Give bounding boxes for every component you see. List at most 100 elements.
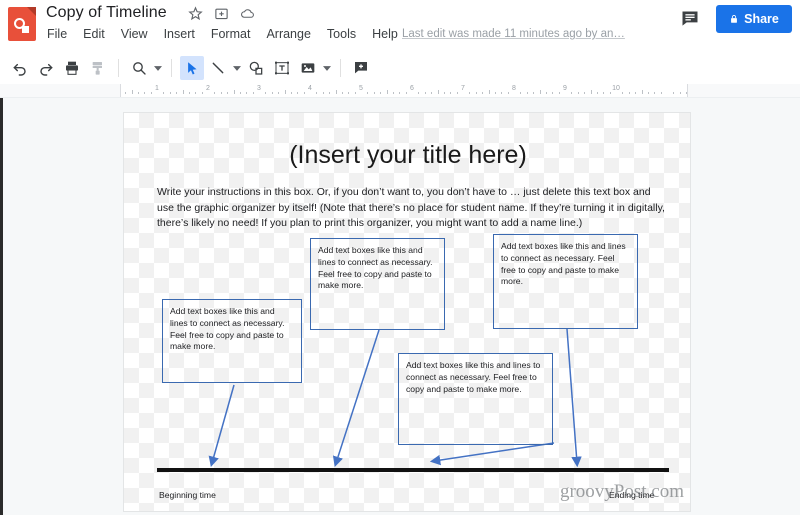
text-box-3[interactable]: Add text boxes like this and lines to co… (493, 234, 638, 329)
ruler-tick (290, 92, 292, 94)
watermark: groovyPost.com (559, 481, 684, 502)
ruler-tick (654, 92, 656, 94)
text-box-1-label: Add text boxes like this and lines to co… (170, 306, 285, 352)
ruler-number: 10 (612, 85, 620, 92)
text-box-button[interactable] (270, 56, 294, 80)
menu-tools[interactable]: Tools (327, 27, 356, 41)
paint-format-button[interactable] (86, 56, 110, 80)
ruler-tick (635, 92, 637, 94)
ruler-tick (125, 92, 127, 94)
ruler-tick (380, 92, 382, 94)
ruler-tick (265, 92, 267, 94)
ruler-tick (469, 92, 471, 94)
redo-button[interactable] (34, 56, 58, 80)
ruler-tick (303, 92, 305, 94)
star-icon[interactable] (188, 6, 203, 21)
ruler-tick (628, 92, 630, 94)
ruler-tick (450, 92, 452, 94)
ruler-tick (437, 90, 439, 94)
ruler-tick (577, 92, 579, 94)
menu-format[interactable]: Format (211, 27, 251, 41)
ruler-tick (137, 92, 139, 94)
ruler-tick (252, 92, 254, 94)
text-box-2-label: Add text boxes like this and lines to co… (318, 245, 433, 291)
ruler-number: 7 (461, 85, 465, 92)
cloud-saved-icon[interactable] (240, 6, 255, 21)
zoom-button[interactable] (127, 56, 151, 80)
ruler-tick (660, 92, 662, 94)
ruler-tick (533, 92, 535, 94)
ruler-tick (571, 92, 573, 94)
text-box-1[interactable]: Add text boxes like this and lines to co… (162, 299, 302, 383)
last-edit-status[interactable]: Last edit was made 11 minutes ago by an… (402, 28, 625, 40)
menu-view[interactable]: View (121, 27, 148, 41)
ruler-tick (233, 90, 235, 94)
ruler-number: 6 (410, 85, 414, 92)
ruler-tick (316, 92, 318, 94)
text-box-3-label: Add text boxes like this and lines to co… (501, 241, 626, 287)
slide-canvas[interactable]: (Insert your title here) Write your inst… (123, 112, 691, 512)
ruler-tick (176, 92, 178, 94)
ruler-tick (195, 92, 197, 94)
logo-glyph-square (22, 26, 29, 33)
menu-insert[interactable]: Insert (164, 27, 195, 41)
ruler-tick (545, 92, 547, 94)
image-chevron-down-icon[interactable] (322, 56, 332, 80)
timeline-start-label[interactable]: Beginning time (159, 490, 216, 500)
text-box-4-label: Add text boxes like this and lines to co… (406, 360, 541, 394)
ruler-tick (386, 90, 388, 94)
move-to-folder-icon[interactable] (214, 6, 229, 21)
ruler-tick (494, 92, 496, 94)
ruler-number: 3 (257, 85, 261, 92)
ruler-tick (399, 92, 401, 94)
ruler-tick (482, 92, 484, 94)
shape-tool-button[interactable] (244, 56, 268, 80)
add-comment-icon[interactable] (349, 56, 373, 80)
ruler-tick (169, 92, 171, 94)
ruler-tick (392, 92, 394, 94)
print-button[interactable] (60, 56, 84, 80)
page-title[interactable]: Copy of Timeline (46, 4, 167, 22)
line-chevron-down-icon[interactable] (232, 56, 242, 80)
image-button[interactable] (296, 56, 320, 80)
menu-edit[interactable]: Edit (83, 27, 105, 41)
share-button[interactable]: Share (716, 5, 792, 33)
horizontal-ruler[interactable]: 1 2 3 4 5 6 7 8 9 10 (120, 84, 688, 97)
menu-file[interactable]: File (47, 27, 67, 41)
ruler-number: 5 (359, 85, 363, 92)
ruler-tick (539, 90, 541, 94)
ruler-tick (507, 92, 509, 94)
slides-file-icon (8, 7, 36, 41)
ruler-tick (673, 92, 675, 94)
undo-button[interactable] (8, 56, 32, 80)
line-tool-button[interactable] (206, 56, 230, 80)
menu-arrange[interactable]: Arrange (266, 27, 310, 41)
ruler-tick (679, 92, 681, 94)
ruler-tick (584, 92, 586, 94)
ruler-number: 1 (155, 85, 159, 92)
text-box-2[interactable]: Add text boxes like this and lines to co… (310, 238, 445, 330)
menu-help[interactable]: Help (372, 27, 398, 41)
ruler-tick (214, 92, 216, 94)
ruler-tick (348, 92, 350, 94)
menu-bar: File Edit View Insert Format Arrange Too… (47, 27, 398, 41)
ruler-tick (284, 90, 286, 94)
ruler-tick (418, 92, 420, 94)
ruler-tick (647, 92, 649, 94)
ruler-number: 9 (563, 85, 567, 92)
slide-title-text[interactable]: (Insert your title here) (124, 141, 690, 170)
ruler-number: 4 (308, 85, 312, 92)
logo-fold (27, 7, 36, 16)
instructions-text-box[interactable]: Write your instructions in this box. Or,… (157, 185, 669, 232)
text-box-4[interactable]: Add text boxes like this and lines to co… (398, 353, 553, 445)
timeline-bar[interactable] (157, 468, 669, 472)
ruler-tick (373, 92, 375, 94)
ruler-tick (622, 92, 624, 94)
lock-icon (729, 13, 739, 25)
ruler-tick (297, 92, 299, 94)
comment-icon[interactable] (679, 9, 701, 29)
ruler-tick (552, 92, 554, 94)
ruler-tick (501, 92, 503, 94)
select-tool-button[interactable] (180, 56, 204, 80)
zoom-chevron-down-icon[interactable] (153, 56, 163, 80)
